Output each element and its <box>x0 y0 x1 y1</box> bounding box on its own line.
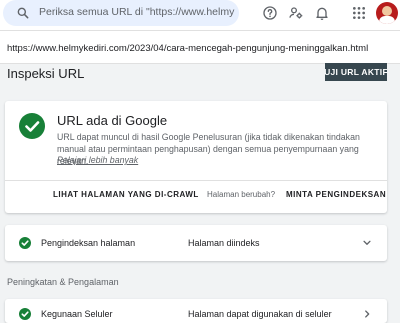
divider <box>5 180 387 181</box>
test-live-url-button[interactable]: UJI URL AKTIF <box>325 63 387 81</box>
page-indexing-row[interactable]: Pengindeksan halaman Halaman diindeks <box>5 225 387 261</box>
page-changed-label: Halaman berubah? <box>207 190 276 199</box>
request-indexing-button[interactable]: MINTA PENGINDEKSAN <box>286 190 386 199</box>
url-inspection-search[interactable]: Periksa semua URL di "https://www.helmyk <box>3 0 239 26</box>
notifications-icon[interactable] <box>314 5 330 21</box>
check-circle-icon <box>19 237 31 249</box>
enhancements-section-label: Peningkatan & Pengalaman <box>7 277 119 287</box>
chevron-right-icon[interactable] <box>362 309 372 319</box>
page-indexing-label: Pengindeksan halaman <box>41 238 136 248</box>
page-indexing-value: Halaman diindeks <box>188 238 260 248</box>
learn-more-link[interactable]: Pelajari lebih banyak <box>57 155 138 165</box>
search-icon[interactable] <box>16 6 30 20</box>
inspected-url-bar: https://www.helmykediri.com/2023/04/cara… <box>0 30 400 64</box>
manage-accounts-icon[interactable] <box>288 5 304 21</box>
apps-icon[interactable] <box>351 5 367 21</box>
mobile-usability-label: Kegunaan Seluler <box>41 309 113 319</box>
avatar-face <box>382 6 392 16</box>
chevron-down-icon[interactable] <box>362 238 372 248</box>
help-icon[interactable] <box>262 5 278 21</box>
search-input[interactable]: Periksa semua URL di "https://www.helmyk <box>39 6 235 18</box>
avatar[interactable] <box>376 2 398 24</box>
avatar-body <box>379 16 395 24</box>
check-circle-icon <box>19 308 31 320</box>
status-title: URL ada di Google <box>57 113 168 128</box>
view-crawled-page-button[interactable]: LIHAT HALAMAN YANG DI-CRAWL <box>53 190 199 199</box>
page-title: Inspeksi URL <box>7 66 85 81</box>
check-circle-icon <box>19 113 45 139</box>
mobile-usability-value: Halaman dapat digunakan di seluler <box>188 309 332 319</box>
inspected-url: https://www.helmykediri.com/2023/04/cara… <box>7 43 369 54</box>
top-bar: Periksa semua URL di "https://www.helmyk <box>0 0 400 30</box>
index-status-card: URL ada di Google URL dapat muncul di ha… <box>5 101 387 213</box>
mobile-usability-row[interactable]: Kegunaan Seluler Halaman dapat digunakan… <box>5 299 387 323</box>
